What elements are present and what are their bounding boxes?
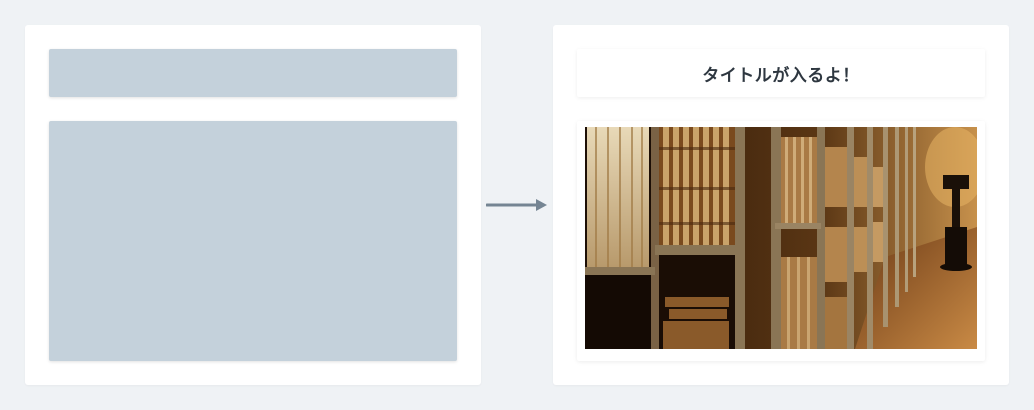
image-frame: [577, 121, 985, 361]
wireframe-card: [25, 25, 481, 385]
card-title: タイトルが入るよ！: [577, 49, 985, 97]
image-placeholder: [49, 121, 457, 361]
result-card: タイトルが入るよ！: [553, 25, 1009, 385]
title-placeholder: [49, 49, 457, 97]
right-arrow-icon: [486, 199, 547, 211]
library-bookshelves-photo: [585, 127, 977, 349]
